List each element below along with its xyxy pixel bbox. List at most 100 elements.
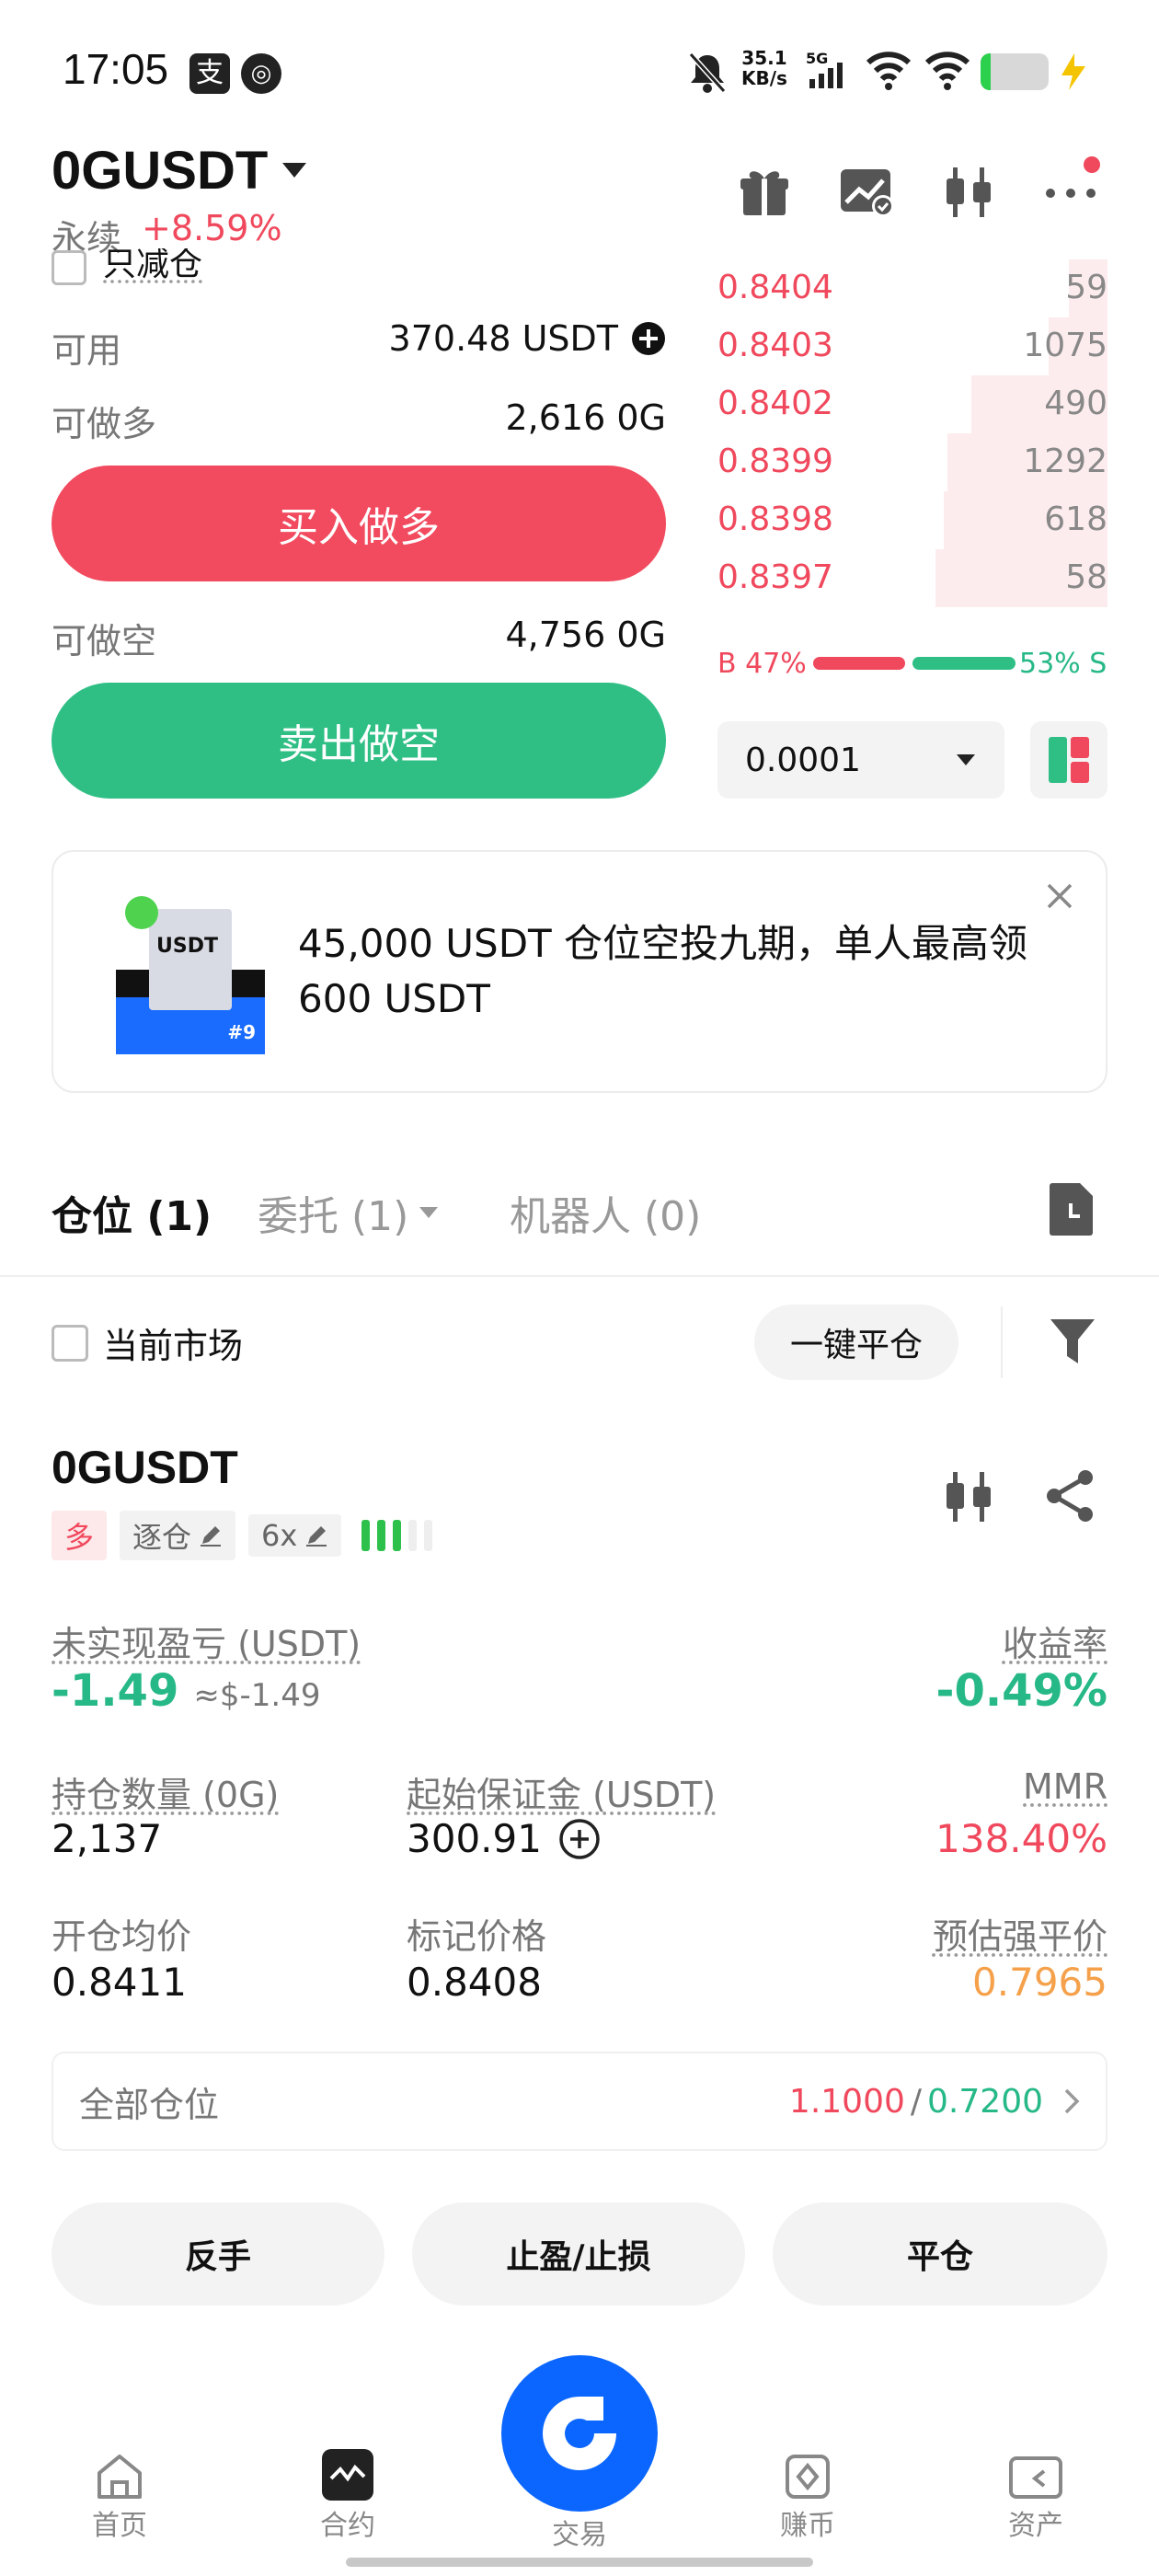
tab-positions[interactable]: 仓位 (1) [52,1183,212,1242]
history-document-icon[interactable] [1049,1181,1095,1236]
max-long-label: 可做多 [52,404,157,444]
current-market-checkbox[interactable] [52,1324,88,1362]
status-bar: 17:05 支 ◎ 35.1 KB/s 5G [0,0,1159,138]
ask-row[interactable]: 0.8399 1292 [717,433,1107,491]
banner-text: 45,000 USDT 仓位空投九期，单人最高领 600 USDT [298,921,1028,1021]
caret-down-icon [419,1207,439,1218]
edit-icon [201,1526,222,1547]
ask-qty: 59 [1065,269,1107,306]
nav-futures[interactable]: 合约 [293,2447,403,2548]
notification-dot [1084,156,1100,173]
ask-price: 0.8404 [717,269,833,306]
current-market-filter[interactable]: 当前市场 [52,1317,243,1368]
share-icon[interactable] [1043,1468,1098,1524]
close-all-button[interactable]: 一键平仓 [754,1305,958,1380]
ask-qty: 1075 [1023,327,1107,364]
chevron-right-icon [1064,2088,1080,2114]
size-value: 2,137 [52,1816,163,1861]
margin-mode-tag[interactable]: 逐仓 [120,1511,236,1560]
chart-check-icon[interactable] [839,166,896,219]
available-value: 370.48 USDT [388,318,618,359]
layout-icon [1049,737,1089,783]
reduce-only-checkbox[interactable] [52,250,86,285]
tpsl-all-positions-row[interactable]: 全部仓位 1.1000 / 0.7200 [52,2052,1107,2151]
add-funds-icon[interactable] [631,321,666,356]
buy-sell-ratio-bar [813,657,1016,670]
wifi-icon [866,52,912,90]
mute-bell-icon [688,52,727,94]
orderbook-layout-button[interactable] [1030,721,1107,799]
ask-price: 0.8402 [717,385,833,422]
sl-value: 0.7200 [927,2082,1043,2121]
ask-row[interactable]: 0.8397 58 [717,549,1107,607]
earn-icon [786,2455,830,2499]
available-label: 可用 [52,330,122,371]
mmr-value: 138.40% [935,1816,1107,1861]
nav-home[interactable]: 首页 [64,2451,175,2552]
ask-price: 0.8398 [717,500,833,538]
edit-icon [306,1526,327,1547]
unrealized-pnl-label: 未实现盈亏 (USDT) [52,1624,361,1664]
unrealized-pnl-value: -1.49 [52,1665,179,1717]
max-short-value: 4,756 0G [505,615,667,655]
battery-icon [981,53,1049,90]
position-tags: 多 逐仓 6x [52,1511,433,1560]
tabs-divider [0,1275,1159,1277]
charging-bolt-icon [1061,53,1085,90]
ask-row[interactable]: 0.8404 59 [717,259,1107,317]
filter-funnel-icon[interactable] [1049,1316,1096,1367]
mmr-label: MMR [1023,1766,1107,1807]
unrealized-pnl-row: -1.49 ≈$-1.49 [52,1665,320,1717]
roe-value: -0.49% [935,1665,1107,1717]
orderbook-asks: 0.8404 59 0.8403 1075 0.8402 490 0.8399 1292 0.8… [717,259,1107,607]
reduce-only-option[interactable]: 只减仓 [52,248,202,285]
nav-earn[interactable]: 赚币 [752,2451,863,2552]
close-icon[interactable] [1045,881,1074,911]
wallet-icon [1009,2456,1062,2499]
close-position-button[interactable]: 平仓 [773,2202,1107,2306]
ask-price: 0.8403 [717,327,833,364]
add-margin-icon[interactable] [558,1818,601,1860]
net-speed: 35.1 KB/s [741,47,787,89]
candlestick-icon[interactable] [942,1468,995,1525]
liq-price-value: 0.7965 [972,1960,1107,2005]
ask-row[interactable]: 0.8403 1075 [717,317,1107,375]
candlestick-icon[interactable] [942,164,995,221]
mark-price-label: 标记价格 [407,1916,547,1957]
promo-banner[interactable]: USDT #9 45,000 USDT 仓位空投九期，单人最高领 600 USD… [52,850,1107,1093]
nav-trade[interactable]: 交易 [500,2355,659,2552]
tp-value: 1.1000 [788,2082,905,2121]
ask-qty: 1292 [1023,443,1107,480]
tab-bots[interactable]: 机器人 (0) [510,1183,701,1242]
ask-row[interactable]: 0.8402 490 [717,375,1107,433]
adl-indicator-icon [361,1520,433,1551]
buy-ratio-label: B 47% [717,648,807,680]
precision-select[interactable]: 0.0001 [717,721,1004,799]
symbol-title: 0GUSDT [52,140,269,201]
nav-assets[interactable]: 资产 [981,2451,1091,2552]
initial-margin-label: 起始保证金 (USDT) [407,1775,717,1815]
leverage-tag[interactable]: 6x [248,1514,342,1557]
mark-price-value: 0.8408 [407,1960,542,2005]
more-icon[interactable] [1043,180,1098,202]
tab-orders[interactable]: 委托 (1) [258,1183,440,1242]
ask-qty: 490 [1044,385,1107,422]
buy-long-button[interactable]: 买入做多 [52,466,666,581]
status-time: 17:05 [63,45,169,93]
tpsl-button[interactable]: 止盈/止损 [412,2202,745,2306]
reverse-button[interactable]: 反手 [52,2202,384,2306]
futures-chart-icon [322,2449,373,2501]
initial-margin-row: 300.91 [407,1816,601,1861]
ask-price: 0.8399 [717,443,833,480]
entry-price-label: 开仓均价 [52,1916,192,1957]
symbol-selector[interactable]: 0GUSDT [52,138,308,202]
size-label: 持仓数量 (0G) [52,1775,280,1815]
entry-price-value: 0.8411 [52,1960,187,2005]
sell-short-button[interactable]: 卖出做空 [52,683,666,799]
ask-row[interactable]: 0.8398 618 [717,491,1107,549]
gift-icon[interactable] [738,166,791,219]
wifi-icon-2 [924,52,970,90]
side-tag: 多 [52,1511,108,1560]
home-indicator [346,2558,813,2567]
caret-down-icon [957,754,975,765]
